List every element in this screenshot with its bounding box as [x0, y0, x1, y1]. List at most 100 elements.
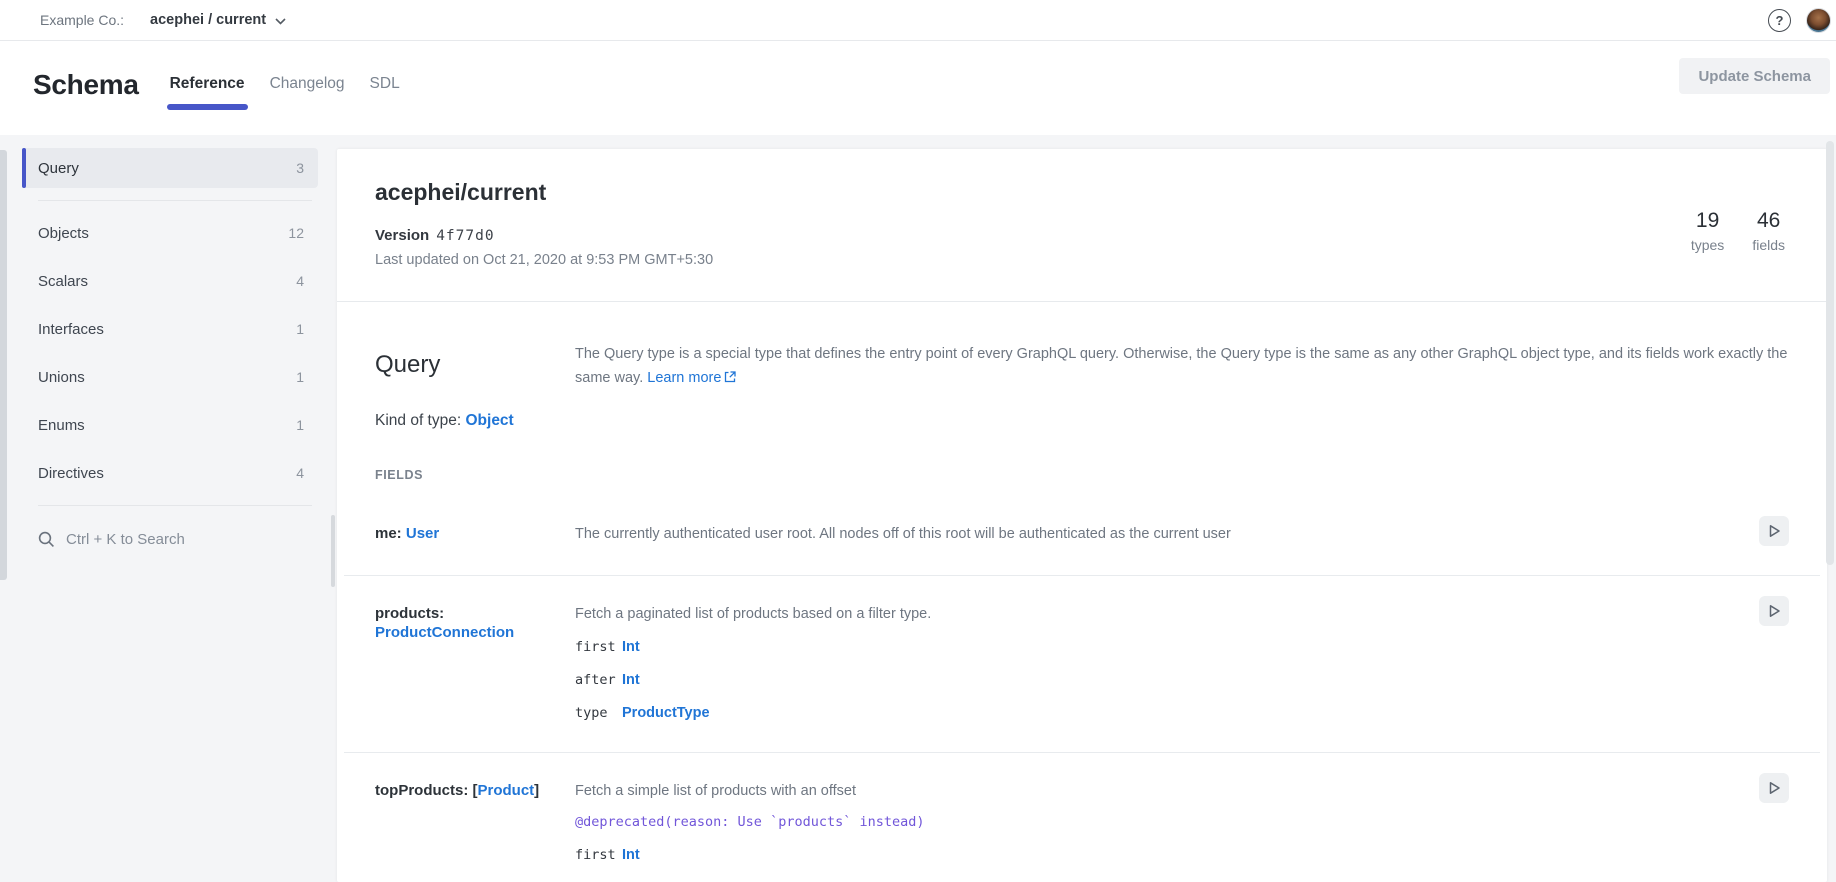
- run-in-explorer-button[interactable]: [1759, 516, 1789, 546]
- type-name: Query: [375, 342, 575, 390]
- type-bracket: ]: [534, 782, 539, 799]
- type-link-int[interactable]: Int: [622, 847, 640, 863]
- sidebar-item-count: 12: [288, 225, 304, 241]
- page-scrollbar[interactable]: [1826, 141, 1834, 565]
- field-body: Fetch a paginated list of products based…: [575, 604, 1759, 723]
- sidebar-item-label: Objects: [38, 225, 89, 242]
- sidebar-item-enums[interactable]: Enums 1: [22, 405, 318, 445]
- version-label: Version: [375, 227, 429, 244]
- version-line: Version 4f77d0: [375, 227, 1789, 244]
- argument-type: Int: [622, 845, 640, 865]
- type-header: Query The Query type is a special type t…: [337, 302, 1827, 390]
- search-icon: [38, 531, 55, 548]
- sidebar-item-label: Scalars: [38, 273, 88, 290]
- org-label: Example Co.:: [40, 12, 124, 28]
- sidebar-item-objects[interactable]: Objects 12: [22, 213, 318, 253]
- tab-changelog[interactable]: Changelog: [269, 75, 346, 93]
- stat-label: types: [1691, 237, 1724, 253]
- type-description-text: The Query type is a special type that de…: [575, 346, 1787, 386]
- fields-list: me: User The currently authenticated use…: [337, 496, 1827, 882]
- sidebar-scrollbar[interactable]: [331, 515, 335, 587]
- sidebar-item-count: 1: [296, 417, 304, 433]
- stat-label: fields: [1752, 237, 1785, 253]
- field-name-text: topProducts:: [375, 782, 468, 799]
- argument-name: first: [575, 845, 622, 865]
- sidebar-divider: [38, 505, 312, 506]
- sidebar-item-label: Query: [38, 160, 79, 177]
- sidebar-item-count: 3: [296, 160, 304, 176]
- sidebar-item-unions[interactable]: Unions 1: [22, 357, 318, 397]
- type-link-int[interactable]: Int: [622, 672, 640, 688]
- avatar[interactable]: [1806, 8, 1831, 33]
- tab-sdl[interactable]: SDL: [369, 75, 401, 93]
- graph-selector-label: acephei / current: [150, 12, 266, 28]
- learn-more-link[interactable]: Learn more: [647, 370, 736, 386]
- type-section: Query The Query type is a special type t…: [337, 302, 1827, 882]
- update-schema-button[interactable]: Update Schema: [1679, 58, 1830, 94]
- field-body: Fetch a simple list of products with an …: [575, 781, 1759, 865]
- type-link-int[interactable]: Int: [622, 639, 640, 655]
- stat-value: 19: [1691, 209, 1724, 233]
- field-name: products: ProductConnection: [375, 604, 575, 723]
- argument-name: first: [575, 637, 622, 657]
- type-link-user[interactable]: User: [406, 525, 439, 542]
- sidebar-item-query[interactable]: Query 3: [22, 148, 318, 188]
- play-icon: [1768, 524, 1781, 538]
- schema-search[interactable]: Ctrl + K to Search: [22, 518, 337, 561]
- graph-selector-dropdown[interactable]: acephei / current: [150, 12, 286, 28]
- field-description: Fetch a paginated list of products based…: [575, 604, 1711, 624]
- play-icon: [1768, 604, 1781, 618]
- version-value: 4f77d0: [436, 228, 494, 244]
- field-row-products: products: ProductConnection Fetch a pagi…: [344, 576, 1820, 753]
- chevron-down-icon: [275, 18, 286, 25]
- field-row-me: me: User The currently authenticated use…: [344, 496, 1820, 576]
- topbar-right: ?: [1768, 8, 1822, 33]
- sidebar-item-scalars[interactable]: Scalars 4: [22, 261, 318, 301]
- sidebar-item-count: 4: [296, 465, 304, 481]
- schema-card-header: acephei/current Version4f77d0 Last updat…: [337, 149, 1827, 301]
- field-description: The currently authenticated user root. A…: [575, 524, 1711, 544]
- help-icon[interactable]: ?: [1768, 9, 1791, 32]
- topbar: Example Co.: acephei / current ?: [0, 0, 1836, 41]
- external-link-icon: [724, 371, 736, 383]
- sidebar-item-interfaces[interactable]: Interfaces 1: [22, 309, 318, 349]
- type-sidebar: Query 3 Objects 12 Scalars 4 Interfaces …: [0, 135, 337, 882]
- run-in-explorer-button[interactable]: [1759, 596, 1789, 626]
- type-link-producttype[interactable]: ProductType: [622, 705, 710, 721]
- field-description: Fetch a simple list of products with an …: [575, 781, 1711, 801]
- sidebar-item-label: Directives: [38, 465, 104, 482]
- argument-name: type: [575, 703, 622, 723]
- kind-of-type: Kind of type: Object: [337, 412, 1827, 430]
- graph-title: acephei/current: [375, 179, 1789, 206]
- sidebar-items: Query 3 Objects 12 Scalars 4 Interfaces …: [22, 148, 337, 506]
- type-link-product[interactable]: Product: [478, 782, 535, 799]
- page-title: Schema: [33, 69, 139, 101]
- schema-tabs: Reference Changelog SDL: [169, 75, 401, 93]
- argument-type: Int: [622, 637, 640, 657]
- sidebar-item-count: 1: [296, 321, 304, 337]
- field-name: topProducts: [Product]: [375, 781, 575, 865]
- argument-name: after: [575, 670, 622, 690]
- sidebar-item-count: 1: [296, 369, 304, 385]
- fields-label: FIELDS: [337, 468, 1827, 482]
- learn-more-label: Learn more: [647, 370, 721, 386]
- sidebar-item-label: Enums: [38, 417, 85, 434]
- stat-fields: 46 fields: [1752, 209, 1785, 253]
- argument-row: first Int: [575, 637, 1711, 657]
- field-body: The currently authenticated user root. A…: [575, 524, 1759, 546]
- kind-label: Kind of type:: [375, 412, 461, 429]
- sidebar-item-directives[interactable]: Directives 4: [22, 453, 318, 493]
- tab-reference[interactable]: Reference: [169, 75, 246, 93]
- argument-type: ProductType: [622, 703, 710, 723]
- field-name-text: products:: [375, 605, 444, 622]
- argument-row: type ProductType: [575, 703, 1711, 723]
- type-link-productconnection[interactable]: ProductConnection: [375, 624, 514, 641]
- schema-stats: 19 types 46 fields: [1691, 209, 1785, 253]
- stat-types: 19 types: [1691, 209, 1724, 253]
- argument-type: Int: [622, 670, 640, 690]
- kind-value-link[interactable]: Object: [465, 412, 513, 429]
- stat-value: 46: [1752, 209, 1785, 233]
- page-body: Query 3 Objects 12 Scalars 4 Interfaces …: [0, 135, 1836, 882]
- argument-row: first Int: [575, 845, 1711, 865]
- run-in-explorer-button[interactable]: [1759, 773, 1789, 803]
